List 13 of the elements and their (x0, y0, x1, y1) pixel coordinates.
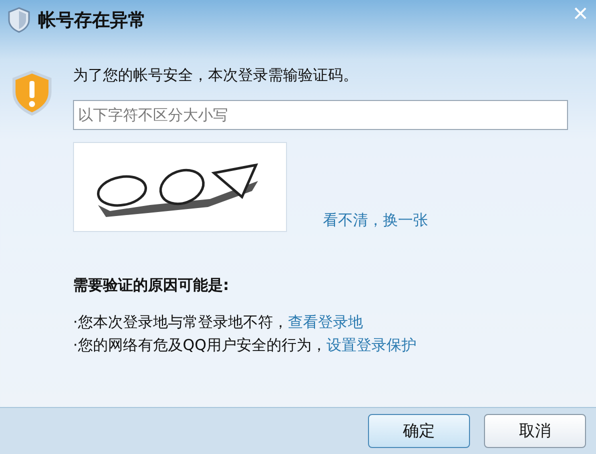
refresh-captcha-link[interactable]: 看不清，换一张 (323, 211, 428, 230)
shield-icon (8, 7, 30, 33)
reason-text: ·您的网络有危及QQ用户安全的行为， (73, 336, 326, 354)
cancel-button[interactable]: 取消 (484, 414, 586, 448)
warning-shield-icon (12, 70, 52, 116)
confirm-button[interactable]: 确定 (368, 414, 470, 448)
reason-link[interactable]: 设置登录保护 (326, 336, 416, 354)
reasons-heading: 需要验证的原因可能是: (73, 276, 230, 295)
message-text: 为了您的帐号安全，本次登录需输验证码。 (73, 66, 359, 85)
window-title: 帐号存在异常 (38, 9, 146, 32)
reason-link[interactable]: 查看登录地 (288, 313, 363, 331)
captcha-input[interactable]: 以下字符不区分大小写 (73, 100, 568, 130)
reason-text: ·您本次登录地与常登录地不符， (73, 313, 288, 331)
